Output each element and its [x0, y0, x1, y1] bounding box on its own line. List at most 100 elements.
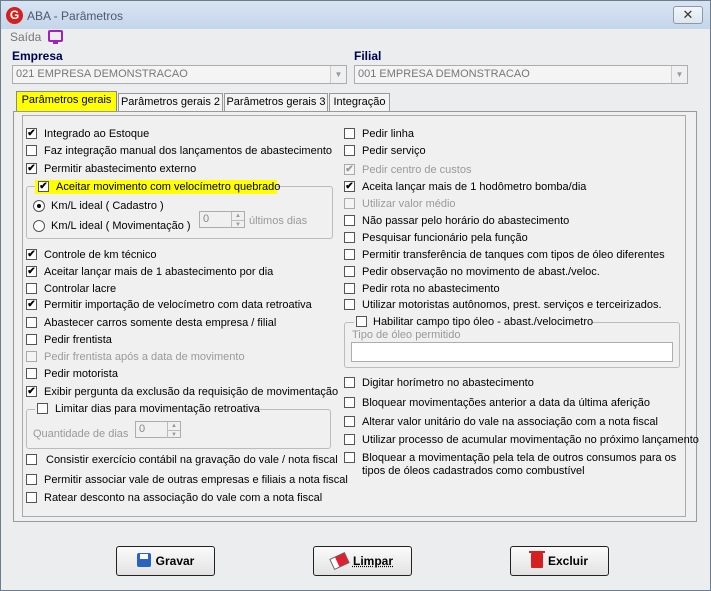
cb-controle-km[interactable]: ✔ Controle de km técnico [26, 248, 326, 262]
checkbox[interactable] [344, 128, 355, 139]
chevron-up-icon[interactable]: ▲ [167, 422, 180, 430]
chevron-up-icon[interactable]: ▲ [231, 212, 244, 220]
checkbox[interactable] [344, 145, 355, 156]
chevron-down-icon[interactable]: ▼ [330, 66, 346, 83]
cb-aceitar-velocimetro[interactable]: ✔ Aceitar movimento com velocímetro queb… [35, 180, 280, 194]
checkbox[interactable]: ✔ [26, 266, 37, 277]
checkbox[interactable] [26, 368, 37, 379]
limpar-button[interactable]: Limpar [313, 546, 412, 576]
checkbox[interactable] [344, 434, 355, 445]
monitor-icon[interactable] [48, 30, 63, 44]
checkbox[interactable]: ✔ [26, 299, 37, 310]
cb-abastecer-carros[interactable]: Abastecer carros somente desta empresa /… [26, 316, 326, 330]
checkbox[interactable] [26, 351, 37, 362]
cb-label: Não passar pelo horário do abastecimento [362, 215, 570, 227]
cb-permitir-transferencia[interactable]: Permitir transferência de tanques com ti… [344, 248, 679, 262]
cb-pedir-motorista[interactable]: Pedir motorista [26, 367, 326, 381]
checkbox[interactable] [344, 397, 355, 408]
cb-pedir-centro[interactable]: ✔ Pedir centro de custos [344, 163, 644, 177]
radio[interactable] [33, 220, 45, 232]
cb-pesquisar-funcionario[interactable]: Pesquisar funcionário pela função [344, 231, 644, 245]
checkbox[interactable] [344, 283, 355, 294]
checkbox[interactable] [26, 492, 37, 503]
chevron-down-icon[interactable]: ▼ [167, 430, 180, 438]
empresa-select[interactable]: 021 EMPRESA DEMONSTRACAO ▼ [12, 65, 347, 84]
tab-parametros-gerais-1[interactable]: Parâmetros gerais 1 [16, 91, 117, 122]
menu-saida[interactable]: Saída [10, 30, 41, 44]
cb-controlar-lacre[interactable]: Controlar lacre [26, 282, 326, 296]
cb-label: Controle de km técnico [44, 249, 157, 261]
rb-label: Km/L ideal ( Cadastro ) [51, 200, 164, 212]
tab-parametros-gerais-2[interactable]: Parâmetros gerais 2 [118, 93, 223, 111]
checkbox[interactable] [26, 474, 37, 485]
cb-bloquear-tela[interactable]: Bloquear a movimentação pela tela de out… [344, 451, 679, 479]
checkbox[interactable]: ✔ [26, 128, 37, 139]
checkbox[interactable] [26, 317, 37, 328]
cb-limitar-dias[interactable]: Limitar dias para movimentação retroativ… [35, 402, 260, 416]
ultimos-dias-stepper[interactable]: 0 ▲ ▼ [199, 211, 245, 228]
checkbox[interactable] [356, 316, 367, 327]
checkbox[interactable] [344, 232, 355, 243]
checkbox[interactable]: ✔ [26, 386, 37, 397]
checkbox[interactable] [344, 215, 355, 226]
cb-permitir-associar[interactable]: Permitir associar vale de outras empresa… [26, 473, 348, 487]
cb-pedir-rota[interactable]: Pedir rota no abastecimento [344, 282, 644, 296]
cb-label: Faz integração manual dos lançamentos de… [44, 145, 333, 157]
cb-digitar-horimetro[interactable]: Digitar horímetro no abastecimento [344, 376, 644, 390]
cb-pedir-observacao[interactable]: Pedir observação no movimento de abast./… [344, 265, 644, 279]
close-button[interactable]: ✕ [673, 6, 703, 24]
checkbox[interactable]: ✔ [344, 181, 355, 192]
checkbox[interactable]: ✔ [38, 181, 49, 192]
filial-select[interactable]: 001 EMPRESA DEMONSTRACAO ▼ [354, 65, 688, 84]
cb-label: Consistir exercício contábil na gravação… [46, 454, 338, 466]
cb-permitir-abast-externo[interactable]: ✔ Permitir abastecimento externo [26, 162, 326, 176]
excluir-button[interactable]: Excluir [510, 546, 609, 576]
cb-nao-passar[interactable]: Não passar pelo horário do abastecimento [344, 214, 644, 228]
cb-faz-integracao[interactable]: Faz integração manual dos lançamentos de… [26, 144, 336, 158]
cb-pedir-servico[interactable]: Pedir serviço [344, 144, 644, 158]
checkbox[interactable] [344, 377, 355, 388]
checkbox[interactable] [344, 249, 355, 260]
gravar-button[interactable]: Gravar [116, 546, 215, 576]
cb-label: Pedir frentista [44, 334, 112, 346]
checkbox[interactable] [344, 299, 355, 310]
checkbox[interactable] [344, 266, 355, 277]
cb-aceita-hodometro[interactable]: ✔ Aceita lançar mais de 1 hodômetro bomb… [344, 180, 644, 194]
cb-habilitar-campo[interactable]: Habilitar campo tipo óleo - abast./veloc… [354, 315, 593, 329]
checkbox[interactable]: ✔ [26, 163, 37, 174]
cb-pedir-frentista-apos[interactable]: Pedir frentista após a data de movimento [26, 350, 326, 364]
cb-aceitar-mais-1[interactable]: ✔ Aceitar lançar mais de 1 abastecimento… [26, 265, 326, 279]
checkbox[interactable] [344, 452, 355, 463]
radio[interactable] [33, 200, 45, 212]
tipo-oleo-input[interactable] [351, 342, 673, 362]
cb-label: Pesquisar funcionário pela função [362, 232, 528, 244]
cb-pedir-frentista[interactable]: Pedir frentista [26, 333, 326, 347]
cb-integrado-estoque[interactable]: ✔ Integrado ao Estoque [26, 127, 326, 141]
cb-consistir-exercicio[interactable]: Consistir exercício contábil na gravação… [26, 453, 338, 467]
menu-bar: Saída [1, 29, 710, 45]
checkbox[interactable] [26, 145, 37, 156]
checkbox[interactable]: ✔ [26, 249, 37, 260]
cb-utilizar-motoristas[interactable]: Utilizar motoristas autônomos, prest. se… [344, 298, 679, 312]
checkbox[interactable] [37, 403, 48, 414]
cb-pedir-linha[interactable]: Pedir linha [344, 127, 644, 141]
cb-ratear-desconto[interactable]: Ratear desconto na associação do vale co… [26, 491, 336, 505]
cb-alterar-valor[interactable]: Alterar valor unitário do vale na associ… [344, 415, 679, 429]
checkbox[interactable]: ✔ [344, 164, 355, 175]
ultimos-dias-label: últimos dias [249, 215, 308, 227]
cb-permitir-importacao[interactable]: ✔ Permitir importação de velocímetro com… [26, 298, 326, 312]
tab-parametros-gerais-3[interactable]: Parâmetros gerais 3 [224, 93, 328, 111]
checkbox[interactable] [344, 416, 355, 427]
checkbox[interactable] [26, 334, 37, 345]
chevron-down-icon[interactable]: ▼ [671, 66, 687, 83]
quantidade-dias-stepper[interactable]: 0 ▲ ▼ [135, 421, 181, 438]
tab-integracao[interactable]: Integração [329, 93, 390, 111]
cb-utilizar-processo[interactable]: Utilizar processo de acumular movimentaç… [344, 433, 699, 447]
checkbox[interactable] [344, 198, 355, 209]
chevron-down-icon[interactable]: ▼ [231, 220, 244, 228]
checkbox[interactable] [26, 283, 37, 294]
checkbox[interactable] [26, 454, 37, 465]
cb-utilizar-valor[interactable]: Utilizar valor médio [344, 197, 644, 211]
cb-exibir-pergunta[interactable]: ✔ Exibir pergunta da exclusão da requisi… [26, 385, 338, 399]
cb-bloquear-movimentacoes[interactable]: Bloquear movimentações anterior a data d… [344, 396, 679, 410]
